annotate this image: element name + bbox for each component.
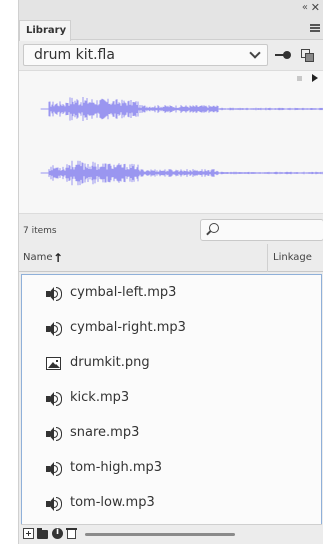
waveform-channel-right — [40, 160, 323, 186]
list-item[interactable]: tom-high.mp3 — [22, 452, 321, 486]
column-divider[interactable] — [267, 244, 268, 272]
pin-library-icon[interactable] — [275, 51, 291, 59]
list-item[interactable]: cymbal-left.mp3 — [22, 277, 321, 311]
speaker-icon — [46, 462, 62, 476]
list-item[interactable]: cymbal-right.mp3 — [22, 312, 321, 346]
library-panel: « ✕ Library drum kit.fla 7 items Name ↑ … — [18, 0, 323, 544]
library-search-input[interactable] — [200, 219, 323, 241]
horizontal-scrollbar[interactable] — [85, 533, 235, 536]
list-item[interactable]: tom-low.mp3 — [22, 487, 321, 521]
list-item-label: snare.mp3 — [70, 425, 140, 440]
list-item[interactable]: drumkit.png — [22, 347, 321, 381]
new-library-panel-icon[interactable] — [301, 49, 315, 63]
speaker-icon — [46, 392, 62, 406]
panel-top-strip: « ✕ — [19, 0, 323, 16]
speaker-icon — [46, 427, 62, 441]
image-icon — [46, 357, 61, 370]
list-item-label: kick.mp3 — [70, 390, 130, 405]
waveform-preview — [40, 97, 323, 186]
chevron-down-icon — [249, 47, 261, 59]
stop-icon[interactable] — [297, 76, 302, 81]
search-icon — [209, 223, 219, 233]
close-panel-icon[interactable]: ✕ — [311, 1, 320, 14]
list-item-label: drumkit.png — [70, 355, 150, 370]
sound-preview — [19, 70, 323, 214]
list-item-label: tom-high.mp3 — [70, 460, 163, 475]
library-toolbar — [21, 524, 322, 542]
new-symbol-icon[interactable] — [23, 528, 34, 539]
panel-menu-icon[interactable] — [310, 24, 320, 32]
tab-library[interactable]: Library — [19, 20, 71, 41]
waveform-channel-left — [40, 97, 323, 121]
new-folder-icon[interactable] — [37, 528, 48, 539]
speaker-icon — [46, 497, 62, 511]
trash-icon[interactable] — [66, 528, 77, 539]
list-item[interactable]: snare.mp3 — [22, 417, 321, 451]
speaker-icon — [46, 322, 62, 336]
collapse-panel-icon[interactable]: « — [302, 2, 308, 13]
sort-ascending-icon[interactable]: ↑ — [53, 251, 63, 265]
speaker-icon — [46, 287, 62, 301]
list-item-label: cymbal-right.mp3 — [70, 320, 186, 335]
panel-tab-row: Library — [19, 16, 323, 41]
list-item[interactable]: kick.mp3 — [22, 382, 321, 416]
list-item-label: tom-low.mp3 — [70, 495, 155, 510]
play-icon[interactable] — [312, 74, 318, 82]
library-item-list[interactable]: cymbal-left.mp3 cymbal-right.mp3 drumkit… — [21, 274, 322, 542]
column-header-linkage[interactable]: Linkage — [273, 252, 312, 263]
column-header-name[interactable]: Name — [23, 252, 53, 263]
document-select-value: drum kit.fla — [34, 47, 115, 63]
item-count: 7 items — [23, 226, 57, 236]
column-headers: Name ↑ Linkage — [19, 244, 323, 272]
list-item-label: cymbal-left.mp3 — [70, 285, 177, 300]
document-select[interactable]: drum kit.fla — [23, 44, 268, 66]
properties-icon[interactable] — [52, 527, 63, 539]
